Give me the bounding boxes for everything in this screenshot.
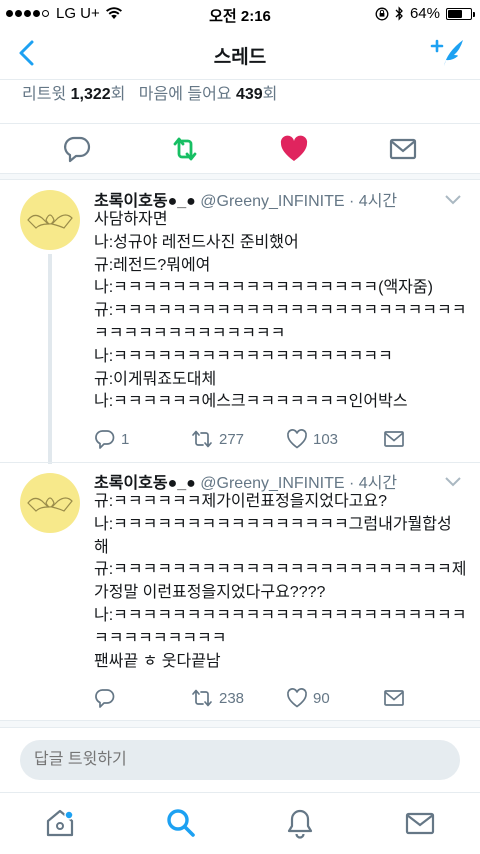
direct-message-icon xyxy=(384,431,404,447)
reply-button[interactable] xyxy=(94,687,121,709)
tweet-card[interactable]: 초록이호동●_● @Greeny_INFINITE · 4시간 사담하자면 나:… xyxy=(0,180,480,462)
status-right: 64% xyxy=(375,5,475,22)
avatar[interactable] xyxy=(20,190,80,250)
tweet-text: 사담하자면 나:성규야 레전드사진 준비했어 규:레전드?뭐에여 나:ㅋㅋㅋㅋㅋ… xyxy=(94,209,466,414)
tweet-line: 나:ㅋㅋㅋㅋㅋㅋ에스크ㅋㅋㅋㅋㅋㅋㅋ인어박스 xyxy=(94,393,408,411)
home-icon[interactable] xyxy=(44,807,76,839)
direct-message-icon[interactable] xyxy=(388,134,418,164)
reply-button[interactable]: 1 xyxy=(94,428,129,450)
tweet-action-bar xyxy=(0,124,480,174)
tweet-header: 초록이호동●_● @Greeny_INFINITE · 4시간 xyxy=(94,469,397,493)
reply-icon[interactable] xyxy=(62,134,92,164)
like-button[interactable]: 103 xyxy=(286,428,338,450)
tweet-line: 규:이게뭐죠도대체 xyxy=(94,370,217,388)
like-count: 103 xyxy=(313,430,339,448)
section-divider xyxy=(0,720,480,728)
tweet-line: 규:ㅋㅋㅋㅋㅋㅋㅋㅋㅋㅋㅋㅋㅋㅋㅋㅋㅋㅋㅋㅋㅋㅋㅋ제 xyxy=(94,561,467,579)
tweet-line: 규:ㅋㅋㅋㅋㅋㅋㅋㅋㅋㅋㅋㅋㅋㅋㅋㅋㅋㅋㅋㅋㅋㅋㅋㅋ xyxy=(94,302,467,320)
retweet-icon xyxy=(192,430,212,448)
retweet-button[interactable]: 238 xyxy=(190,687,244,709)
reply-icon xyxy=(95,430,115,449)
avatar-drawing-icon xyxy=(27,214,73,229)
reply-input[interactable] xyxy=(20,740,460,780)
battery-percent: 64% xyxy=(409,5,440,22)
retweets-label: 리트윗 xyxy=(22,86,67,103)
dm-button[interactable] xyxy=(383,428,405,450)
engagement-stats: 리트윗 1,322회 마음에 들어요 439회 xyxy=(0,80,480,124)
retweets-count[interactable]: 1,322 xyxy=(71,86,111,103)
retweets-suffix: 회 xyxy=(110,86,126,103)
tweet-time: · 4시간 xyxy=(349,475,398,492)
tweet-line: 나:ㅋㅋㅋㅋㅋㅋㅋㅋㅋㅋㅋㅋㅋㅋㅋㅋㅋㅋㅋ xyxy=(94,347,393,365)
heart-outline-icon xyxy=(287,429,307,449)
like-count: 90 xyxy=(313,689,330,707)
tweet-time: · 4시간 xyxy=(349,193,398,210)
tweet-text: 규:ㅋㅋㅋㅋㅋㅋ제가이런표정을지었다고요? 나:ㅋㅋㅋㅋㅋㅋㅋㅋㅋㅋㅋㅋㅋㅋㅋㅋ… xyxy=(94,491,466,673)
tweet-actions: 1 277 103 xyxy=(94,428,464,454)
heart-outline-icon xyxy=(287,688,307,708)
tweet-line: 팬싸끝 ㅎ 웃다끝남 xyxy=(94,652,221,670)
heart-icon[interactable] xyxy=(279,134,309,164)
user-handle[interactable]: @Greeny_INFINITE xyxy=(200,475,344,492)
bell-icon[interactable] xyxy=(284,807,316,839)
tweet-line: 나:ㅋㅋㅋㅋㅋㅋㅋㅋㅋㅋㅋㅋㅋㅋㅋㅋㅋㅋㅋㅋㅋㅋㅋㅋ xyxy=(94,606,467,624)
battery-icon xyxy=(446,7,475,20)
dm-button[interactable] xyxy=(383,687,405,709)
avatar[interactable] xyxy=(20,473,80,533)
user-handle[interactable]: @Greeny_INFINITE xyxy=(200,193,344,210)
display-name[interactable]: 초록이호동●_● xyxy=(94,475,196,492)
likes-suffix: 회 xyxy=(262,86,278,103)
reply-count: 1 xyxy=(121,430,130,448)
stats-row: 리트윗 1,322회 마음에 들어요 439회 xyxy=(22,80,277,104)
bottom-tab-bar xyxy=(0,792,480,854)
tweet-line: 나:ㅋㅋㅋㅋㅋㅋㅋㅋㅋㅋㅋㅋㅋㅋㅋㅋ그럼내가뭘합성 xyxy=(94,515,452,533)
bluetooth-icon xyxy=(395,6,403,21)
reply-composer xyxy=(0,728,480,792)
status-bar: LG U+ 오전 2:16 64% xyxy=(0,0,480,28)
rotation-lock-icon xyxy=(375,7,389,20)
tweet-line: 규:ㅋㅋㅋㅋㅋㅋ제가이런표정을지었다고요? xyxy=(94,493,388,510)
page-title: 스레드 xyxy=(213,47,267,68)
tweet-header: 초록이호동●_● @Greeny_INFINITE · 4시간 xyxy=(94,187,397,211)
avatar-drawing-icon xyxy=(27,497,73,512)
tweet-line: 규:레전드?뭐에여 xyxy=(94,256,211,274)
tweet-line: 나:ㅋㅋㅋㅋㅋㅋㅋㅋㅋㅋㅋㅋㅋㅋㅋㅋㅋㅋ(액자줌) xyxy=(94,279,433,297)
chevron-down-icon[interactable] xyxy=(444,476,462,488)
retweet-count: 277 xyxy=(219,430,245,448)
retweet-icon xyxy=(192,689,212,707)
display-name[interactable]: 초록이호동●_● xyxy=(94,193,196,210)
tweet-line: 사담하자면 xyxy=(94,211,168,228)
retweet-button[interactable]: 277 xyxy=(190,428,244,450)
likes-label: 마음에 들어요 xyxy=(138,86,232,103)
compose-tweet-icon[interactable] xyxy=(430,36,466,70)
nav-bar: 스레드 xyxy=(0,28,480,80)
tweet-line: ㅋㅋㅋㅋㅋㅋㅋㅋㅋㅋㅋㅋㅋ xyxy=(94,324,286,342)
tweet-line: ㅋㅋㅋㅋㅋㅋㅋㅋㅋ xyxy=(94,629,227,647)
mail-icon[interactable] xyxy=(404,807,436,839)
likes-count[interactable]: 439 xyxy=(236,86,263,103)
search-icon[interactable] xyxy=(165,807,197,839)
tweet-card[interactable]: 초록이호동●_● @Greeny_INFINITE · 4시간 규:ㅋㅋㅋㅋㅋㅋ… xyxy=(0,463,480,719)
tweet-line: 해 xyxy=(94,538,109,556)
direct-message-icon xyxy=(384,690,404,706)
tweet-line: 나:성규야 레전드사진 준비했어 xyxy=(94,233,299,251)
reply-icon xyxy=(95,689,115,708)
retweet-count: 238 xyxy=(219,689,245,707)
tweet-actions: 238 90 xyxy=(94,687,464,713)
battery-level xyxy=(448,9,463,18)
tweet-line: 가정말 이런표정을지었다구요???? xyxy=(94,584,326,602)
like-button[interactable]: 90 xyxy=(286,687,330,709)
chevron-down-icon[interactable] xyxy=(444,194,462,206)
retweet-icon[interactable] xyxy=(170,134,200,164)
